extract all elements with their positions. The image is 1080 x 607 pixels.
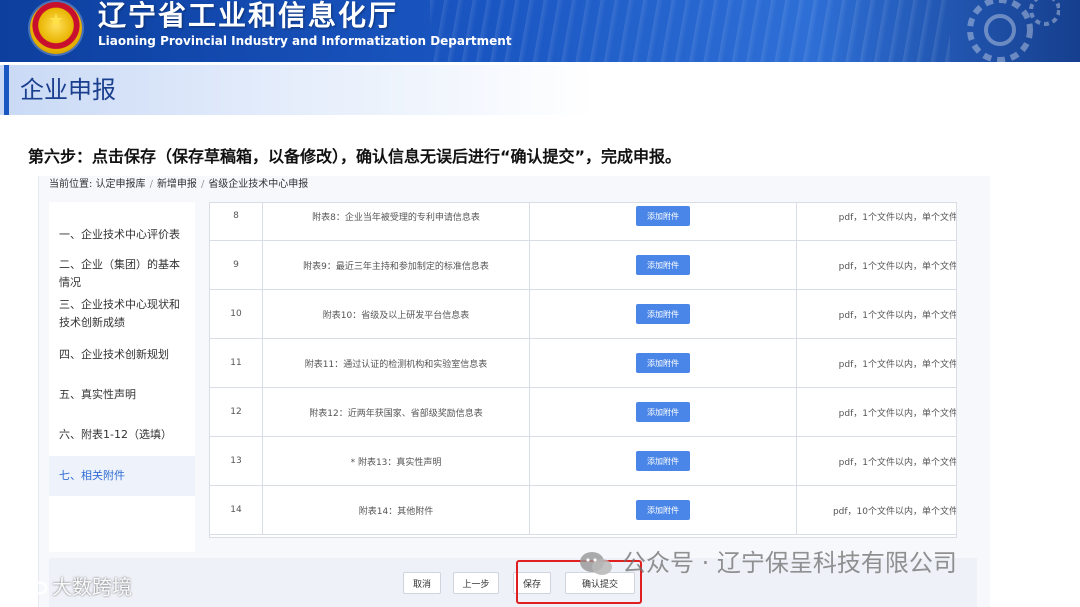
page-root: ★ 辽宁省工业和信息化厅 Liaoning Provincial Industr…	[0, 0, 1080, 607]
row-note: pdf，1个文件以内，单个文件	[838, 359, 957, 370]
row-name: 附表9：最近三年主持和参加制定的标准信息表	[263, 241, 530, 289]
breadcrumb-prefix: 当前位置:	[49, 179, 93, 190]
row-number: 9	[210, 241, 263, 289]
watermark-brand: 大数跨境	[52, 575, 132, 599]
breadcrumb-item: 省级企业技术中心申报	[208, 179, 309, 190]
prev-step-button[interactable]: 上一步	[453, 572, 499, 594]
section-header: 企业申报	[0, 65, 1080, 115]
sidebar-item-attachments[interactable]: 七、相关附件	[49, 456, 195, 496]
add-attachment-button[interactable]: 添加附件	[636, 255, 690, 275]
row-number: 14	[210, 486, 263, 534]
row-name: 附表14：其他附件	[263, 486, 530, 534]
add-attachment-button[interactable]: 添加附件	[636, 500, 690, 520]
add-attachment-button[interactable]: 添加附件	[636, 353, 690, 373]
row-name: 附表12：近两年获国家、省部级奖励信息表	[263, 388, 530, 436]
row-name: 附表11：通过认证的检测机构和实验室信息表	[263, 339, 530, 387]
cancel-button[interactable]: 取消	[403, 572, 441, 594]
row-name: 附表10：省级及以上研发平台信息表	[263, 290, 530, 338]
form-sidebar: 一、企业技术中心评价表 二、企业（集团）的基本情况 三、企业技术中心现状和技术创…	[49, 202, 195, 552]
site-header-banner: ★ 辽宁省工业和信息化厅 Liaoning Provincial Industr…	[0, 0, 1080, 62]
attachments-table: 8 附表8：企业当年被受理的专利申请信息表 添加附件 pdf，1个文件以内，单个…	[209, 202, 957, 538]
table-row: 12 附表12：近两年获国家、省部级奖励信息表 添加附件 pdf，1个文件以内，…	[210, 388, 957, 437]
row-note: pdf，1个文件以内，单个文件	[838, 212, 957, 223]
step-instruction: 第六步：点击保存（保存草稿箱，以备修改），确认信息无误后进行“确认提交”，完成申…	[28, 147, 682, 166]
row-note: pdf，10个文件以内，单个文件	[832, 506, 957, 517]
table-row: 10 附表10：省级及以上研发平台信息表 添加附件 pdf，1个文件以内，单个文…	[210, 290, 957, 339]
sidebar-item-status[interactable]: 三、企业技术中心现状和技术创新成绩	[49, 296, 195, 332]
sidebar-item-declaration[interactable]: 五、真实性声明	[49, 386, 195, 404]
sidebar-item-basic-info[interactable]: 二、企业（集团）的基本情况	[49, 256, 195, 292]
row-number: 11	[210, 339, 263, 387]
table-row: 11 附表11：通过认证的检测机构和实验室信息表 添加附件 pdf，1个文件以内…	[210, 339, 957, 388]
row-name: * 附表13：真实性声明	[263, 437, 530, 485]
table-row: 14 附表14：其他附件 添加附件 pdf，10个文件以内，单个文件	[210, 486, 957, 535]
form-screenshot: 当前位置: 认定申报库 / 新增申报 / 省级企业技术中心申报 一、企业技术中心评价表 …	[38, 176, 990, 607]
add-attachment-button[interactable]: 添加附件	[636, 451, 690, 471]
row-note: pdf，1个文件以内，单个文件	[838, 261, 957, 272]
wechat-icon	[580, 552, 612, 575]
national-emblem-icon: ★	[30, 2, 82, 54]
table-row: 8 附表8：企业当年被受理的专利申请信息表 添加附件 pdf，1个文件以内，单个…	[210, 203, 957, 241]
sidebar-item-plan[interactable]: 四、企业技术创新规划	[49, 346, 195, 364]
add-attachment-button[interactable]: 添加附件	[636, 402, 690, 422]
table-row: 13 * 附表13：真实性声明 添加附件 pdf，1个文件以内，单个文件	[210, 437, 957, 486]
row-number: 13	[210, 437, 263, 485]
watermark-official-account: 公众号 · 辽宁保呈科技有限公司	[622, 549, 957, 577]
row-note: pdf，1个文件以内，单个文件	[838, 408, 957, 419]
row-number: 8	[210, 203, 263, 240]
gear-icon	[967, 0, 1060, 62]
section-title: 企业申报	[20, 76, 116, 104]
row-number: 12	[210, 388, 263, 436]
section-accent	[4, 65, 9, 115]
breadcrumb-item[interactable]: 新增申报	[157, 179, 197, 190]
breadcrumb-item[interactable]: 认定申报库	[96, 179, 146, 190]
sidebar-item-evaluation[interactable]: 一、企业技术中心评价表	[49, 226, 195, 244]
sidebar-item-appendix[interactable]: 六、附表1-12（选填）	[49, 426, 195, 444]
row-note: pdf，1个文件以内，单个文件	[838, 457, 957, 468]
site-title: 辽宁省工业和信息化厅	[98, 0, 399, 32]
breadcrumb: 当前位置: 认定申报库 / 新增申报 / 省级企业技术中心申报	[49, 179, 309, 190]
row-number: 10	[210, 290, 263, 338]
table-row: 9 附表9：最近三年主持和参加制定的标准信息表 添加附件 pdf，1个文件以内，…	[210, 241, 957, 290]
add-attachment-button[interactable]: 添加附件	[636, 206, 690, 226]
infinity-logo-icon	[10, 581, 48, 595]
banner-decoration	[430, 0, 950, 62]
add-attachment-button[interactable]: 添加附件	[636, 304, 690, 324]
site-title-english: Liaoning Provincial Industry and Informa…	[98, 34, 512, 48]
row-name: 附表8：企业当年被受理的专利申请信息表	[263, 203, 530, 240]
row-note: pdf，1个文件以内，单个文件	[838, 310, 957, 321]
